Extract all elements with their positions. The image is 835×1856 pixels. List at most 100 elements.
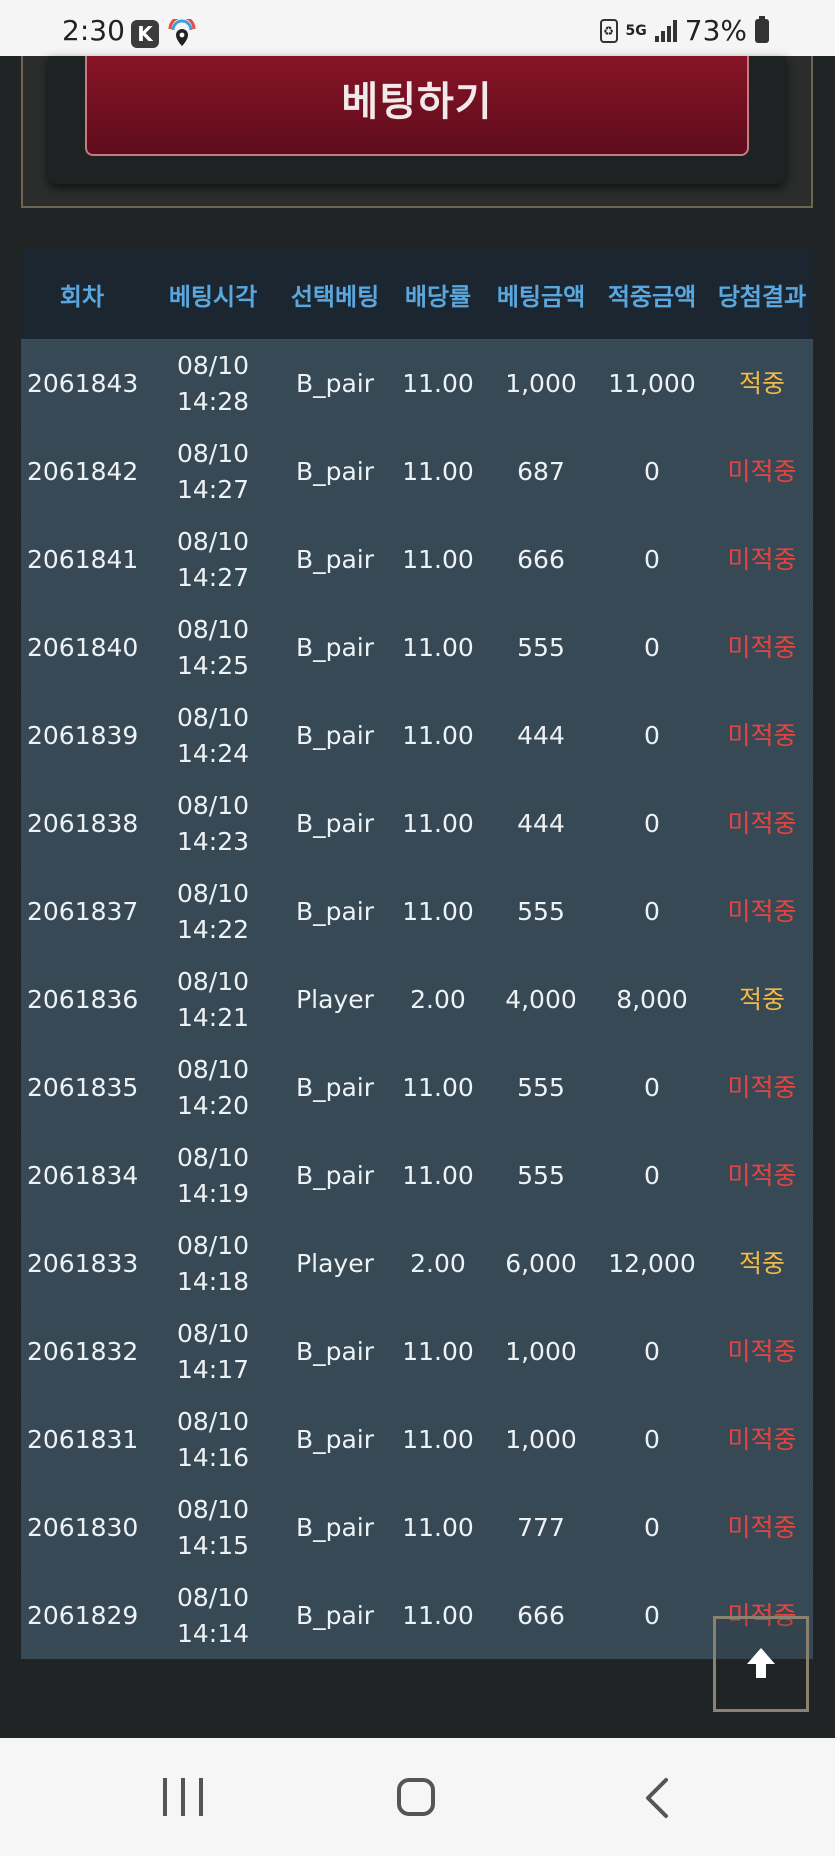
network-5g-icon: 5G: [625, 22, 647, 39]
cell-selection: B_pair: [295, 1336, 375, 1366]
cell-bet-time: 08/10 14:15: [143, 1484, 283, 1571]
cell-win-amount: 0: [644, 808, 660, 838]
cell-bet-clock: 14:21: [176, 1002, 250, 1032]
cell-result: 미적중: [727, 632, 797, 662]
cell-bet-date: 08/10: [176, 966, 250, 996]
cell-bet-amount: 444: [517, 720, 565, 750]
cell-bet-amount: 1,000: [505, 1336, 577, 1366]
cell-bet-clock: 14:20: [176, 1090, 250, 1120]
cell-bet-clock: 14:16: [176, 1442, 250, 1472]
cell-bet-date: 08/10: [176, 790, 250, 820]
status-time: 2:30: [62, 14, 125, 47]
cell-round: 2061832: [27, 1336, 139, 1366]
table-row: 2061836 08/10 14:21 Player 2.00 4,000 8,000 적중: [21, 955, 813, 1043]
cell-bet-time: 08/10 14:16: [143, 1396, 283, 1483]
k-app-icon: K: [131, 20, 159, 48]
home-icon[interactable]: [397, 1778, 435, 1816]
arrow-up-icon: [747, 1648, 775, 1678]
cell-bet-clock: 14:27: [176, 474, 250, 504]
cell-bet-amount: 555: [517, 1072, 565, 1102]
cell-bet-amount: 777: [517, 1512, 565, 1542]
place-bet-button[interactable]: 베팅하기: [85, 56, 749, 156]
cell-bet-date: 08/10: [176, 1142, 250, 1172]
bet-history-table: 회차 베팅시각 선택베팅 배당률 베팅금액 적중금액 당첨결과 2061843 0…: [21, 250, 813, 1659]
recent-apps-icon[interactable]: [163, 1778, 203, 1816]
table-row: 2061837 08/10 14:22 B_pair 11.00 555 0 미적중: [21, 867, 813, 955]
back-icon[interactable]: [636, 1776, 680, 1820]
cell-round: 2061830: [27, 1512, 139, 1542]
cell-bet-time: 08/10 14:28: [143, 340, 283, 427]
status-bar: 2:30 K ♻ 5G 73%: [0, 0, 835, 56]
table-row: 2061832 08/10 14:17 B_pair 11.00 1,000 0 미적중: [21, 1307, 813, 1395]
cell-result: 미적중: [727, 1336, 797, 1366]
cell-bet-time: 08/10 14:25: [143, 604, 283, 691]
cell-odds: 11.00: [402, 896, 474, 926]
cell-bet-time: 08/10 14:14: [143, 1572, 283, 1659]
cell-round: 2061842: [27, 456, 139, 486]
cell-bet-amount: 444: [517, 808, 565, 838]
table-row: 2061829 08/10 14:14 B_pair 11.00 666 0 미적중: [21, 1571, 813, 1659]
cell-round: 2061829: [27, 1600, 139, 1630]
cell-odds: 11.00: [402, 1160, 474, 1190]
cell-odds: 11.00: [402, 1336, 474, 1366]
cell-bet-time: 08/10 14:24: [143, 692, 283, 779]
cell-round: 2061834: [27, 1160, 139, 1190]
cell-bet-clock: 14:24: [176, 738, 250, 768]
cell-win-amount: 0: [644, 1512, 660, 1542]
header-result: 당첨결과: [717, 283, 807, 311]
navigation-bar: [0, 1738, 835, 1856]
cell-win-amount: 0: [644, 1160, 660, 1190]
cell-bet-amount: 555: [517, 896, 565, 926]
table-row: 2061842 08/10 14:27 B_pair 11.00 687 0 미적중: [21, 427, 813, 515]
battery-percent: 73%: [684, 14, 747, 47]
cell-bet-amount: 555: [517, 1160, 565, 1190]
table-row: 2061843 08/10 14:28 B_pair 11.00 1,000 11,000 적…: [21, 339, 813, 427]
cell-selection: B_pair: [295, 1424, 375, 1454]
cell-bet-date: 08/10: [176, 1406, 250, 1436]
header-bet-amount: 베팅금액: [496, 283, 586, 311]
cell-selection: B_pair: [295, 1600, 375, 1630]
cell-bet-clock: 14:15: [176, 1530, 250, 1560]
battery-saver-icon: ♻: [599, 18, 618, 43]
scroll-to-top-button[interactable]: [713, 1616, 809, 1712]
cell-bet-date: 08/10: [176, 1582, 250, 1612]
cell-selection: B_pair: [295, 1160, 375, 1190]
cell-round: 2061835: [27, 1072, 139, 1102]
cell-result: 적중: [738, 368, 785, 398]
cell-bet-clock: 14:18: [176, 1266, 250, 1296]
cell-win-amount: 0: [644, 896, 660, 926]
cell-bet-time: 08/10 14:18: [143, 1220, 283, 1307]
cell-bet-date: 08/10: [176, 526, 250, 556]
cell-odds: 2.00: [410, 984, 466, 1014]
cell-win-amount: 0: [644, 1072, 660, 1102]
table-row: 2061833 08/10 14:18 Player 2.00 6,000 12,000 적중: [21, 1219, 813, 1307]
table-row: 2061841 08/10 14:27 B_pair 11.00 666 0 미적중: [21, 515, 813, 603]
cell-win-amount: 0: [644, 1336, 660, 1366]
cell-result: 미적중: [727, 544, 797, 574]
cell-bet-date: 08/10: [176, 1054, 250, 1084]
table-header: 회차 베팅시각 선택베팅 배당률 베팅금액 적중금액 당첨결과: [21, 250, 813, 339]
cell-selection: B_pair: [295, 456, 375, 486]
cell-result: 미적중: [727, 1160, 797, 1190]
cell-bet-clock: 14:17: [176, 1354, 250, 1384]
cell-bet-time: 08/10 14:21: [143, 956, 283, 1043]
cell-result: 미적중: [727, 1512, 797, 1542]
cell-odds: 11.00: [402, 720, 474, 750]
cell-selection: B_pair: [295, 720, 375, 750]
cell-result: 적중: [738, 1248, 785, 1278]
cell-win-amount: 0: [644, 1424, 660, 1454]
cell-bet-date: 08/10: [176, 438, 250, 468]
cell-selection: Player: [296, 1248, 374, 1278]
cell-bet-amount: 666: [517, 544, 565, 574]
cell-bet-date: 08/10: [176, 878, 250, 908]
cell-bet-amount: 1,000: [505, 368, 577, 398]
battery-icon: [755, 15, 769, 43]
cell-bet-time: 08/10 14:17: [143, 1308, 283, 1395]
header-win-amount: 적중금액: [607, 283, 697, 311]
cell-win-amount: 12,000: [608, 1248, 696, 1278]
cell-result: 미적중: [727, 456, 797, 486]
cell-win-amount: 11,000: [608, 368, 696, 398]
cell-odds: 11.00: [402, 1072, 474, 1102]
cell-bet-time: 08/10 14:19: [143, 1132, 283, 1219]
cell-selection: B_pair: [295, 544, 375, 574]
